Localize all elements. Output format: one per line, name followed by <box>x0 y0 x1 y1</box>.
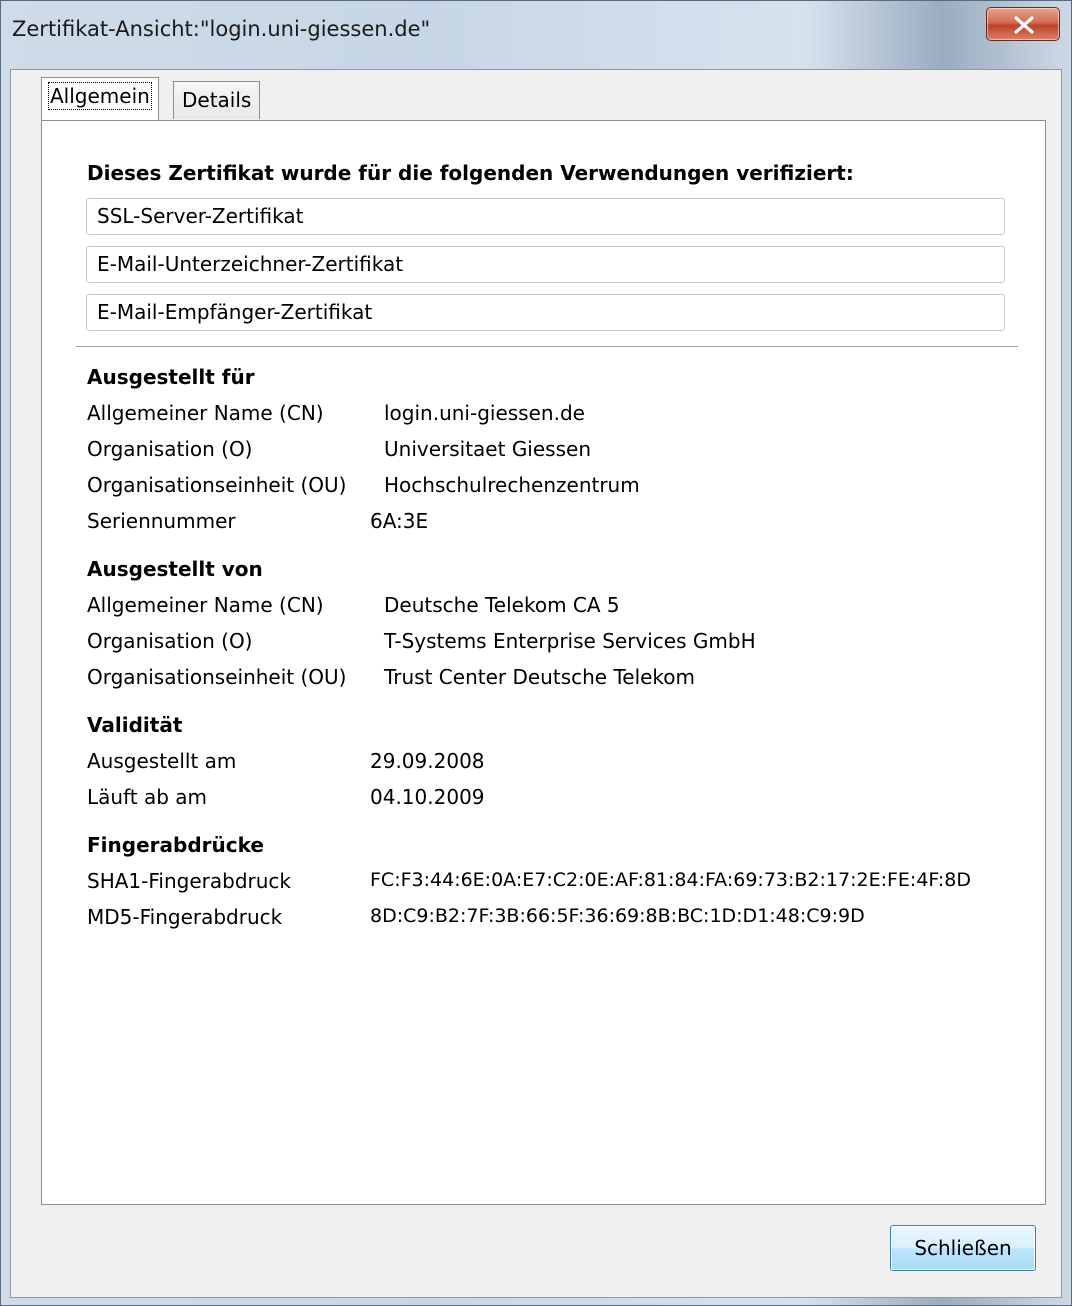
issued-to-ou-label: Organisationseinheit (OU) <box>87 473 347 497</box>
fingerprints-title: Fingerabdrücke <box>87 833 264 857</box>
usage-heading: Dieses Zertifikat wurde für die folgende… <box>87 161 854 185</box>
tab-details[interactable]: Details <box>173 81 261 119</box>
issued-by-title: Ausgestellt von <box>87 557 263 581</box>
tab-allgemein-label: Allgemein <box>48 82 152 110</box>
tab-allgemein[interactable]: Allgemein <box>41 77 159 120</box>
issued-to-cn-value: login.uni-giessen.de <box>384 401 585 425</box>
issued-by-o-value: T-Systems Enterprise Services GmbH <box>384 629 756 653</box>
close-dialog-button[interactable]: Schließen <box>890 1225 1036 1271</box>
issued-to-serial-value: 6A:3E <box>370 509 429 533</box>
issued-by-ou-value: Trust Center Deutsche Telekom <box>384 665 696 689</box>
issued-by-ou-label: Organisationseinheit (OU) <box>87 665 347 689</box>
issued-to-cn-label: Allgemeiner Name (CN) <box>87 401 324 425</box>
issued-by-cn-value: Deutsche Telekom CA 5 <box>384 593 620 617</box>
dialog-client-area: Allgemein Details Dieses Zertifikat wurd… <box>10 69 1062 1298</box>
validity-issued-label: Ausgestellt am <box>87 749 237 773</box>
window-title: Zertifikat-Ansicht:"login.uni-giessen.de… <box>12 17 431 41</box>
md5-value: 8D:C9:B2:7F:3B:66:5F:36:69:8B:BC:1D:D1:4… <box>370 905 865 927</box>
usage-field-email-signer[interactable]: E-Mail-Unterzeichner-Zertifikat <box>86 246 1005 283</box>
validity-title: Validität <box>87 713 183 737</box>
issued-by-cn-label: Allgemeiner Name (CN) <box>87 593 324 617</box>
issued-to-ou-value: Hochschulrechenzentrum <box>384 473 640 497</box>
sha1-label: SHA1-Fingerabdruck <box>87 869 291 893</box>
certificate-viewer-window: Zertifikat-Ansicht:"login.uni-giessen.de… <box>0 0 1072 1306</box>
validity-issued-value: 29.09.2008 <box>370 749 485 773</box>
issued-by-o-label: Organisation (O) <box>87 629 253 653</box>
md5-label: MD5-Fingerabdruck <box>87 905 283 929</box>
tab-details-label: Details <box>182 88 252 112</box>
sha1-value: FC:F3:44:6E:0A:E7:C2:0E:AF:81:84:FA:69:7… <box>370 869 971 891</box>
tab-panel-allgemein: Dieses Zertifikat wurde für die folgende… <box>41 120 1046 1205</box>
close-icon <box>1014 16 1034 34</box>
validity-expires-value: 04.10.2009 <box>370 785 485 809</box>
usage-field-ssl-server[interactable]: SSL-Server-Zertifikat <box>86 198 1005 235</box>
window-close-button[interactable] <box>986 7 1060 41</box>
issued-to-serial-label: Seriennummer <box>87 509 236 533</box>
issued-to-o-value: Universitaet Giessen <box>384 437 591 461</box>
section-divider <box>76 346 1018 348</box>
issued-to-o-label: Organisation (O) <box>87 437 253 461</box>
issued-to-title: Ausgestellt für <box>87 365 255 389</box>
validity-expires-label: Läuft ab am <box>87 785 208 809</box>
title-bar[interactable]: Zertifikat-Ansicht:"login.uni-giessen.de… <box>1 1 1071 69</box>
usage-field-email-recipient[interactable]: E-Mail-Empfänger-Zertifikat <box>86 294 1005 331</box>
